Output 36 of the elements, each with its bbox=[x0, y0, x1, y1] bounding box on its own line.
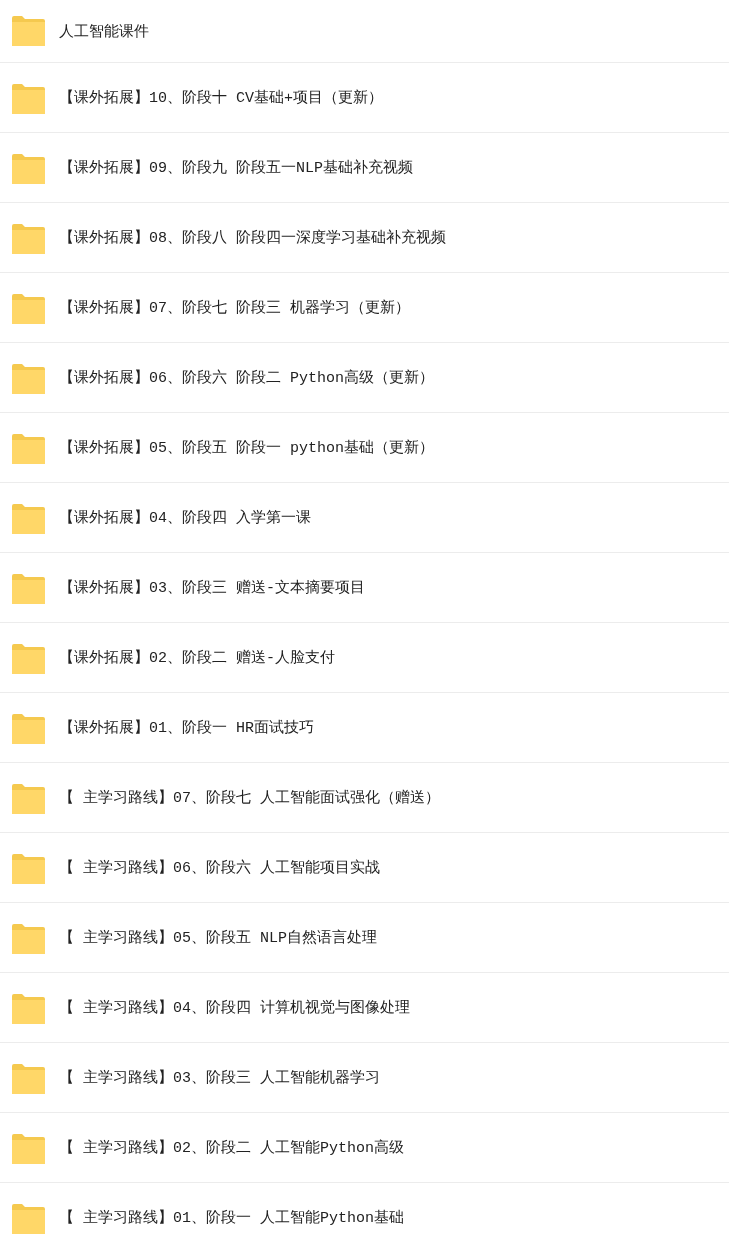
folder-name[interactable]: 【课外拓展】10、阶段十 CV基础+项目（更新） bbox=[59, 88, 383, 107]
folder-icon bbox=[12, 1203, 45, 1234]
folder-icon bbox=[12, 923, 45, 954]
folder-icon bbox=[12, 16, 45, 46]
folder-icon bbox=[12, 363, 45, 394]
folder-icon bbox=[12, 573, 45, 604]
folder-name[interactable]: 【 主学习路线】07、阶段七 人工智能面试强化（赠送） bbox=[59, 788, 440, 807]
folder-name[interactable]: 【课外拓展】08、阶段八 阶段四一深度学习基础补充视频 bbox=[59, 228, 446, 247]
folder-name[interactable]: 【课外拓展】01、阶段一 HR面试技巧 bbox=[59, 718, 314, 737]
folder-name[interactable]: 【课外拓展】06、阶段六 阶段二 Python高级（更新） bbox=[59, 368, 434, 387]
folder-icon bbox=[12, 643, 45, 674]
folder-name[interactable]: 【课外拓展】05、阶段五 阶段一 python基础（更新） bbox=[59, 438, 434, 457]
folder-icon bbox=[12, 223, 45, 254]
folder-name[interactable]: 【 主学习路线】05、阶段五 NLP自然语言处理 bbox=[59, 928, 377, 947]
folder-name[interactable]: 【课外拓展】02、阶段二 赠送-人脸支付 bbox=[59, 648, 335, 667]
folder-name[interactable]: 人工智能课件 bbox=[59, 21, 149, 41]
folder-name[interactable]: 【课外拓展】09、阶段九 阶段五一NLP基础补充视频 bbox=[59, 158, 413, 177]
folder-name[interactable]: 【 主学习路线】06、阶段六 人工智能项目实战 bbox=[59, 858, 380, 877]
folder-icon bbox=[12, 1063, 45, 1094]
folder-icon bbox=[12, 993, 45, 1024]
folder-icon bbox=[12, 853, 45, 884]
folder-icon bbox=[12, 783, 45, 814]
folder-icon bbox=[12, 713, 45, 744]
folder-icon bbox=[12, 503, 45, 534]
folder-icon bbox=[12, 83, 45, 114]
folder-name[interactable]: 【 主学习路线】01、阶段一 人工智能Python基础 bbox=[59, 1208, 404, 1227]
folder-name[interactable]: 【 主学习路线】04、阶段四 计算机视觉与图像处理 bbox=[59, 998, 410, 1017]
folder-icon bbox=[12, 153, 45, 184]
folder-name[interactable]: 【 主学习路线】02、阶段二 人工智能Python高级 bbox=[59, 1138, 404, 1157]
folder-icon bbox=[12, 433, 45, 464]
folder-name[interactable]: 【 主学习路线】03、阶段三 人工智能机器学习 bbox=[59, 1068, 380, 1087]
folder-name[interactable]: 【课外拓展】07、阶段七 阶段三 机器学习（更新） bbox=[59, 298, 410, 317]
folder-name[interactable]: 【课外拓展】03、阶段三 赠送-文本摘要项目 bbox=[59, 578, 365, 597]
folder-icon bbox=[12, 1133, 45, 1164]
folder-name[interactable]: 【课外拓展】04、阶段四 入学第一课 bbox=[59, 508, 311, 527]
folder-icon bbox=[12, 293, 45, 324]
